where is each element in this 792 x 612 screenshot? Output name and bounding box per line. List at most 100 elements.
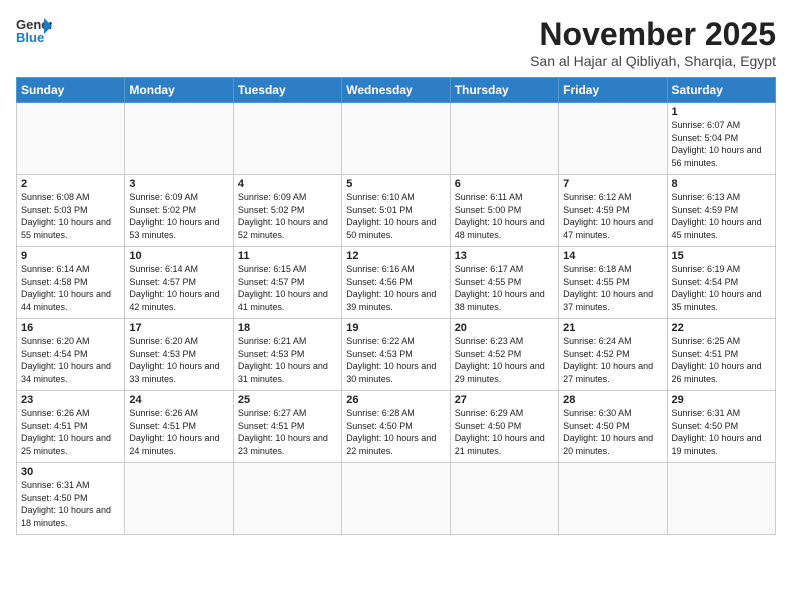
cell-info: Sunrise: 6:30 AM Sunset: 4:50 PM Dayligh… [563,407,662,457]
cell-info: Sunrise: 6:31 AM Sunset: 4:50 PM Dayligh… [21,479,120,529]
cell-info: Sunrise: 6:17 AM Sunset: 4:55 PM Dayligh… [455,263,554,313]
day-number: 22 [672,322,771,334]
weekday-header-cell: Thursday [450,78,558,103]
weekday-header-cell: Wednesday [342,78,450,103]
calendar-cell [233,463,341,535]
cell-info: Sunrise: 6:16 AM Sunset: 4:56 PM Dayligh… [346,263,445,313]
cell-info: Sunrise: 6:07 AM Sunset: 5:04 PM Dayligh… [672,119,771,169]
title-area: November 2025 San al Hajar al Qibliyah, … [530,16,776,69]
cell-info: Sunrise: 6:26 AM Sunset: 4:51 PM Dayligh… [21,407,120,457]
day-number: 21 [563,322,662,334]
day-number: 8 [672,178,771,190]
calendar-cell: 8Sunrise: 6:13 AM Sunset: 4:59 PM Daylig… [667,175,775,247]
cell-info: Sunrise: 6:15 AM Sunset: 4:57 PM Dayligh… [238,263,337,313]
weekday-header-cell: Sunday [17,78,125,103]
calendar-table: SundayMondayTuesdayWednesdayThursdayFrid… [16,77,776,535]
calendar-cell: 20Sunrise: 6:23 AM Sunset: 4:52 PM Dayli… [450,319,558,391]
day-number: 30 [21,466,120,478]
calendar-cell: 25Sunrise: 6:27 AM Sunset: 4:51 PM Dayli… [233,391,341,463]
day-number: 13 [455,250,554,262]
day-number: 5 [346,178,445,190]
day-number: 9 [21,250,120,262]
day-number: 28 [563,394,662,406]
calendar-cell [125,463,233,535]
day-number: 25 [238,394,337,406]
cell-info: Sunrise: 6:14 AM Sunset: 4:57 PM Dayligh… [129,263,228,313]
calendar-cell: 19Sunrise: 6:22 AM Sunset: 4:53 PM Dayli… [342,319,450,391]
calendar-cell: 7Sunrise: 6:12 AM Sunset: 4:59 PM Daylig… [559,175,667,247]
day-number: 14 [563,250,662,262]
calendar-cell [559,103,667,175]
day-number: 29 [672,394,771,406]
cell-info: Sunrise: 6:18 AM Sunset: 4:55 PM Dayligh… [563,263,662,313]
location-title: San al Hajar al Qibliyah, Sharqia, Egypt [530,53,776,69]
calendar-cell: 3Sunrise: 6:09 AM Sunset: 5:02 PM Daylig… [125,175,233,247]
calendar-cell: 9Sunrise: 6:14 AM Sunset: 4:58 PM Daylig… [17,247,125,319]
calendar-week-row: 30Sunrise: 6:31 AM Sunset: 4:50 PM Dayli… [17,463,776,535]
calendar-cell: 11Sunrise: 6:15 AM Sunset: 4:57 PM Dayli… [233,247,341,319]
calendar-cell: 1Sunrise: 6:07 AM Sunset: 5:04 PM Daylig… [667,103,775,175]
calendar-cell [125,103,233,175]
cell-info: Sunrise: 6:26 AM Sunset: 4:51 PM Dayligh… [129,407,228,457]
month-title: November 2025 [530,16,776,53]
day-number: 4 [238,178,337,190]
calendar-cell: 12Sunrise: 6:16 AM Sunset: 4:56 PM Dayli… [342,247,450,319]
calendar-cell: 17Sunrise: 6:20 AM Sunset: 4:53 PM Dayli… [125,319,233,391]
cell-info: Sunrise: 6:31 AM Sunset: 4:50 PM Dayligh… [672,407,771,457]
weekday-header-cell: Monday [125,78,233,103]
day-number: 2 [21,178,120,190]
cell-info: Sunrise: 6:09 AM Sunset: 5:02 PM Dayligh… [238,191,337,241]
weekday-header-cell: Saturday [667,78,775,103]
day-number: 3 [129,178,228,190]
logo: General Blue [16,16,52,44]
day-number: 7 [563,178,662,190]
cell-info: Sunrise: 6:25 AM Sunset: 4:51 PM Dayligh… [672,335,771,385]
calendar-cell: 4Sunrise: 6:09 AM Sunset: 5:02 PM Daylig… [233,175,341,247]
calendar-cell: 21Sunrise: 6:24 AM Sunset: 4:52 PM Dayli… [559,319,667,391]
calendar-cell [233,103,341,175]
cell-info: Sunrise: 6:08 AM Sunset: 5:03 PM Dayligh… [21,191,120,241]
calendar-week-row: 16Sunrise: 6:20 AM Sunset: 4:54 PM Dayli… [17,319,776,391]
page-header: General Blue November 2025 San al Hajar … [16,16,776,69]
calendar-cell [667,463,775,535]
weekday-header-cell: Friday [559,78,667,103]
svg-text:Blue: Blue [16,30,44,44]
calendar-cell [450,103,558,175]
cell-info: Sunrise: 6:27 AM Sunset: 4:51 PM Dayligh… [238,407,337,457]
calendar-cell: 22Sunrise: 6:25 AM Sunset: 4:51 PM Dayli… [667,319,775,391]
calendar-cell: 27Sunrise: 6:29 AM Sunset: 4:50 PM Dayli… [450,391,558,463]
cell-info: Sunrise: 6:11 AM Sunset: 5:00 PM Dayligh… [455,191,554,241]
cell-info: Sunrise: 6:20 AM Sunset: 4:53 PM Dayligh… [129,335,228,385]
day-number: 11 [238,250,337,262]
logo-icon: General Blue [16,16,52,44]
day-number: 26 [346,394,445,406]
calendar-cell: 23Sunrise: 6:26 AM Sunset: 4:51 PM Dayli… [17,391,125,463]
cell-info: Sunrise: 6:20 AM Sunset: 4:54 PM Dayligh… [21,335,120,385]
day-number: 23 [21,394,120,406]
day-number: 1 [672,106,771,118]
cell-info: Sunrise: 6:23 AM Sunset: 4:52 PM Dayligh… [455,335,554,385]
calendar-week-row: 9Sunrise: 6:14 AM Sunset: 4:58 PM Daylig… [17,247,776,319]
cell-info: Sunrise: 6:21 AM Sunset: 4:53 PM Dayligh… [238,335,337,385]
calendar-cell [450,463,558,535]
cell-info: Sunrise: 6:13 AM Sunset: 4:59 PM Dayligh… [672,191,771,241]
calendar-cell [559,463,667,535]
calendar-body: 1Sunrise: 6:07 AM Sunset: 5:04 PM Daylig… [17,103,776,535]
calendar-week-row: 23Sunrise: 6:26 AM Sunset: 4:51 PM Dayli… [17,391,776,463]
calendar-cell: 24Sunrise: 6:26 AM Sunset: 4:51 PM Dayli… [125,391,233,463]
day-number: 27 [455,394,554,406]
calendar-cell: 30Sunrise: 6:31 AM Sunset: 4:50 PM Dayli… [17,463,125,535]
calendar-cell: 10Sunrise: 6:14 AM Sunset: 4:57 PM Dayli… [125,247,233,319]
calendar-cell: 29Sunrise: 6:31 AM Sunset: 4:50 PM Dayli… [667,391,775,463]
day-number: 15 [672,250,771,262]
calendar-cell: 28Sunrise: 6:30 AM Sunset: 4:50 PM Dayli… [559,391,667,463]
calendar-cell: 5Sunrise: 6:10 AM Sunset: 5:01 PM Daylig… [342,175,450,247]
cell-info: Sunrise: 6:12 AM Sunset: 4:59 PM Dayligh… [563,191,662,241]
calendar-cell: 18Sunrise: 6:21 AM Sunset: 4:53 PM Dayli… [233,319,341,391]
day-number: 12 [346,250,445,262]
calendar-cell [342,103,450,175]
calendar-cell [17,103,125,175]
weekday-header-cell: Tuesday [233,78,341,103]
day-number: 16 [21,322,120,334]
calendar-cell: 2Sunrise: 6:08 AM Sunset: 5:03 PM Daylig… [17,175,125,247]
